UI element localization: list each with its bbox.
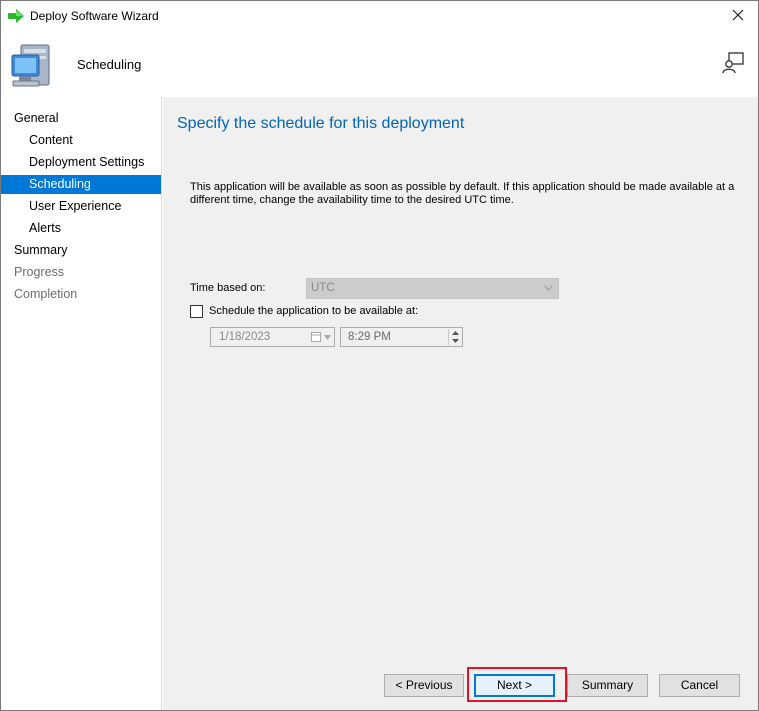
deploy-software-wizard-window: Deploy Software Wizard Scheduling Genera… (0, 0, 759, 711)
nav-item-label: Content (29, 133, 73, 147)
description-text: This application will be available as so… (190, 181, 735, 206)
nav-item-label: Completion (14, 287, 78, 301)
wizard-header: Scheduling (1, 32, 758, 97)
next-button[interactable]: Next > (474, 674, 555, 697)
title-bar: Deploy Software Wizard (1, 1, 758, 32)
time-based-on-select: UTC (306, 278, 559, 299)
nav-item-content[interactable]: Content (1, 131, 161, 150)
spin-down-icon (452, 339, 459, 343)
computer-icon (11, 44, 50, 87)
nav-item-label: General (14, 111, 59, 125)
time-based-on-value: UTC (311, 282, 335, 294)
cancel-button[interactable]: Cancel (659, 674, 740, 697)
nav-item-general[interactable]: General (1, 109, 161, 128)
chevron-down-icon (324, 335, 331, 340)
spin-up-icon (452, 331, 459, 335)
close-icon (732, 9, 744, 21)
nav-item-user-experience[interactable]: User Experience (1, 197, 161, 216)
nav-item-label: Summary (14, 243, 68, 257)
nav-item-label: Progress (14, 265, 65, 279)
help-person-icon[interactable] (722, 52, 744, 74)
nav-item-summary[interactable]: Summary (1, 241, 161, 260)
calendar-icon (311, 332, 321, 342)
schedule-checkbox-label[interactable]: Schedule the application to be available… (209, 305, 418, 317)
date-value: 1/18/2023 (219, 331, 271, 343)
close-button[interactable] (724, 4, 752, 28)
date-picker: 1/18/2023 (210, 327, 335, 347)
content-pane: Specify the schedule for this deployment… (163, 97, 758, 710)
time-based-on-label: Time based on: (190, 282, 266, 294)
schedule-checkbox[interactable] (190, 305, 203, 318)
time-value: 8:29 PM (348, 331, 391, 343)
time-spinner (448, 329, 461, 345)
nav-item-alerts[interactable]: Alerts (1, 219, 161, 238)
summary-button[interactable]: Summary (567, 674, 648, 697)
nav-item-scheduling[interactable]: Scheduling (1, 175, 161, 194)
wizard-nav: General Content Deployment Settings Sche… (1, 97, 162, 710)
nav-item-completion: Completion (1, 285, 161, 304)
green-arrow-icon (8, 9, 24, 23)
section-heading: Specify the schedule for this deployment (177, 115, 465, 132)
previous-button[interactable]: < Previous (384, 674, 464, 697)
nav-item-label: Alerts (29, 221, 61, 235)
nav-item-label: User Experience (29, 199, 122, 213)
window-title: Deploy Software Wizard (30, 9, 159, 23)
nav-item-label: Scheduling (29, 177, 91, 191)
nav-item-label: Deployment Settings (29, 155, 145, 169)
page-title: Scheduling (77, 57, 142, 72)
nav-item-progress: Progress (1, 263, 161, 282)
nav-item-deployment-settings[interactable]: Deployment Settings (1, 153, 161, 172)
chevron-down-icon (544, 285, 553, 291)
time-picker: 8:29 PM (340, 327, 463, 347)
